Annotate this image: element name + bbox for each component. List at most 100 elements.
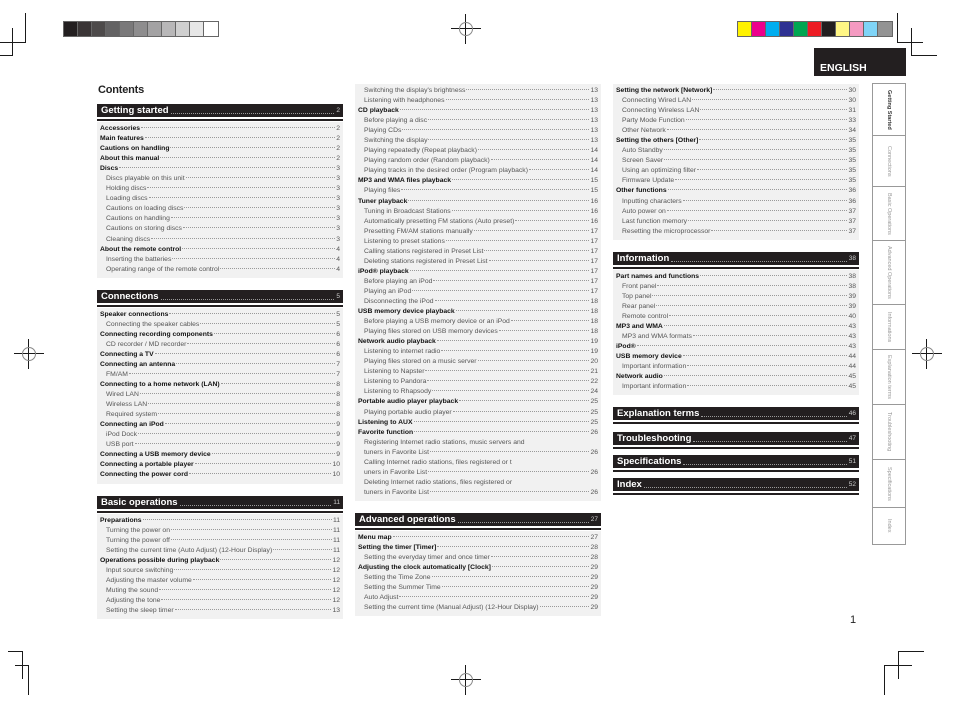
- toc-entry[interactable]: tuners in Favorite List 26: [358, 488, 598, 498]
- toc-entry[interactable]: Top panel 39: [616, 292, 856, 302]
- toc-entry[interactable]: MP3 and WMA files playback 15: [358, 176, 598, 186]
- section-heading[interactable]: Advanced operations 27: [355, 512, 601, 528]
- toc-entry[interactable]: Presetting FM/AM stations manually 17: [358, 227, 598, 237]
- toc-entry[interactable]: CD playback 13: [358, 106, 598, 116]
- toc-entry[interactable]: Playing files 15: [358, 186, 598, 196]
- toc-entry[interactable]: Other functions 36: [616, 186, 856, 196]
- toc-entry[interactable]: Cautions on loading discs 3: [100, 204, 340, 214]
- toc-entry[interactable]: Important information 44: [616, 362, 856, 372]
- toc-entry[interactable]: Listening to Pandora 22: [358, 377, 598, 387]
- toc-entry[interactable]: Turning the power off 11: [100, 536, 340, 546]
- section-heading[interactable]: Connections 5: [97, 289, 343, 305]
- toc-entry[interactable]: Switching the display's brightness 13: [358, 86, 598, 96]
- toc-entry[interactable]: Connecting Wireless LAN 31: [616, 106, 856, 116]
- toc-entry[interactable]: Automatically presetting FM stations (Au…: [358, 217, 598, 227]
- toc-entry[interactable]: Listening to internet radio 19: [358, 347, 598, 357]
- toc-entry[interactable]: Listening to AUX 25: [358, 418, 598, 428]
- toc-entry[interactable]: Before playing an iPod 17: [358, 277, 598, 287]
- toc-entry[interactable]: Listening to Rhapsody 24: [358, 387, 598, 397]
- toc-entry[interactable]: About this manual 2: [100, 154, 340, 164]
- toc-entry[interactable]: Inserting the batteries 4: [100, 255, 340, 265]
- side-tab-specifications[interactable]: Specifications: [873, 460, 905, 508]
- toc-entry[interactable]: Holding discs 3: [100, 184, 340, 194]
- toc-entry[interactable]: Calling stations registered in Preset Li…: [358, 247, 598, 257]
- toc-entry[interactable]: Auto Adjust 29: [358, 593, 598, 603]
- toc-entry[interactable]: Playing portable audio player 25: [358, 408, 598, 418]
- toc-entry[interactable]: Setting the current time (Auto Adjust) (…: [100, 546, 340, 556]
- toc-entry[interactable]: Loading discs 3: [100, 194, 340, 204]
- toc-entry[interactable]: USB memory device 44: [616, 352, 856, 362]
- toc-entry[interactable]: Last function memory 37: [616, 217, 856, 227]
- section-heading[interactable]: Troubleshooting 47: [613, 432, 859, 448]
- toc-entry[interactable]: Switching the display 13: [358, 136, 598, 146]
- toc-entry[interactable]: Operations possible during playback 12: [100, 556, 340, 566]
- toc-entry[interactable]: Speaker connections 5: [100, 310, 340, 320]
- toc-entry[interactable]: Important information 45: [616, 382, 856, 392]
- toc-entry[interactable]: USB memory device playback 18: [358, 307, 598, 317]
- toc-entry[interactable]: Connecting to a home network (LAN) 8: [100, 380, 340, 390]
- toc-entry[interactable]: Other Network 34: [616, 126, 856, 136]
- toc-entry[interactable]: iPod Dock 9: [100, 430, 340, 440]
- toc-entry[interactable]: Cleaning discs 3: [100, 235, 340, 245]
- toc-entry[interactable]: Connecting an iPod 9: [100, 420, 340, 430]
- toc-entry[interactable]: Network audio playback 19: [358, 337, 598, 347]
- toc-entry[interactable]: Playing tracks in the desired order (Pro…: [358, 166, 598, 176]
- toc-entry[interactable]: Connecting Wired LAN 30: [616, 96, 856, 106]
- toc-entry[interactable]: uners in Favorite List 26: [358, 468, 598, 478]
- toc-entry[interactable]: Resetting the microprocessor 37: [616, 227, 856, 237]
- toc-entry[interactable]: Playing random order (Random playback) 14: [358, 156, 598, 166]
- toc-entry[interactable]: Party Mode Function 33: [616, 116, 856, 126]
- toc-entry[interactable]: Favorite function 26: [358, 428, 598, 438]
- toc-entry[interactable]: tuners in Favorite List 26: [358, 448, 598, 458]
- toc-entry[interactable]: Playing repeatedly (Repeat playback) 14: [358, 146, 598, 156]
- section-heading[interactable]: Index 52: [613, 478, 859, 494]
- toc-entry[interactable]: Main features 2: [100, 134, 340, 144]
- toc-entry[interactable]: Setting the network [Network] 30: [616, 86, 856, 96]
- side-tab-informations[interactable]: Informations: [873, 305, 905, 350]
- toc-entry[interactable]: Required system 8: [100, 410, 340, 420]
- section-heading[interactable]: Information 38: [613, 251, 859, 267]
- toc-entry[interactable]: Listening with headphones 13: [358, 96, 598, 106]
- side-tab-connections[interactable]: Connections: [873, 136, 905, 187]
- toc-entry[interactable]: Using an optimizing filter 35: [616, 166, 856, 176]
- side-tab-explanation-terms[interactable]: Explanation terms: [873, 350, 905, 405]
- side-tab-getting-started[interactable]: Getting Started: [873, 84, 905, 136]
- section-heading[interactable]: Explanation terms 46: [613, 407, 859, 423]
- toc-entry[interactable]: Wireless LAN 8: [100, 400, 340, 410]
- toc-entry[interactable]: MP3 and WMA formats 43: [616, 332, 856, 342]
- toc-entry[interactable]: Cautions on storing discs 3: [100, 224, 340, 234]
- toc-entry[interactable]: USB port 9: [100, 440, 340, 450]
- toc-entry[interactable]: Connecting a portable player 10: [100, 460, 340, 470]
- toc-entry[interactable]: Deleting Internet radio stations, files …: [358, 478, 598, 488]
- toc-entry[interactable]: Discs playable on this unit 3: [100, 174, 340, 184]
- toc-entry[interactable]: iPod® 43: [616, 342, 856, 352]
- toc-entry[interactable]: Playing CDs 13: [358, 126, 598, 136]
- toc-entry[interactable]: Before playing a disc 13: [358, 116, 598, 126]
- toc-entry[interactable]: Inputting characters 36: [616, 197, 856, 207]
- toc-entry[interactable]: Setting the everyday timer and once time…: [358, 553, 598, 563]
- section-heading[interactable]: Basic operations 11: [97, 495, 343, 511]
- side-tab-advanced-operations[interactable]: Advanced Operations: [873, 241, 905, 305]
- toc-entry[interactable]: Cautions on handling 2: [100, 144, 340, 154]
- toc-entry[interactable]: Setting the Time Zone 29: [358, 573, 598, 583]
- toc-entry[interactable]: Discs 3: [100, 164, 340, 174]
- toc-entry[interactable]: Rear panel 39: [616, 302, 856, 312]
- toc-entry[interactable]: Setting the Summer Time 29: [358, 583, 598, 593]
- toc-entry[interactable]: Connecting a TV 6: [100, 350, 340, 360]
- toc-entry[interactable]: FM/AM 7: [100, 370, 340, 380]
- side-tab-troubleshooting[interactable]: Troubleshooting: [873, 405, 905, 460]
- toc-entry[interactable]: Before playing a USB memory device or an…: [358, 317, 598, 327]
- toc-entry[interactable]: Setting the others [Other] 35: [616, 136, 856, 146]
- toc-entry[interactable]: Input source switching 12: [100, 566, 340, 576]
- toc-entry[interactable]: Part names and functions 38: [616, 272, 856, 282]
- toc-entry[interactable]: Turning the power on 11: [100, 526, 340, 536]
- toc-entry[interactable]: Deleting stations registered in Preset L…: [358, 257, 598, 267]
- toc-entry[interactable]: Registering Internet radio stations, mus…: [358, 438, 598, 448]
- toc-entry[interactable]: Preparations 11: [100, 516, 340, 526]
- toc-entry[interactable]: Auto Standby 35: [616, 146, 856, 156]
- toc-entry[interactable]: Connecting an antenna 7: [100, 360, 340, 370]
- toc-entry[interactable]: Screen Saver 35: [616, 156, 856, 166]
- toc-entry[interactable]: Menu map 27: [358, 533, 598, 543]
- toc-entry[interactable]: Playing files stored on a music server 20: [358, 357, 598, 367]
- toc-entry[interactable]: Network audio 45: [616, 372, 856, 382]
